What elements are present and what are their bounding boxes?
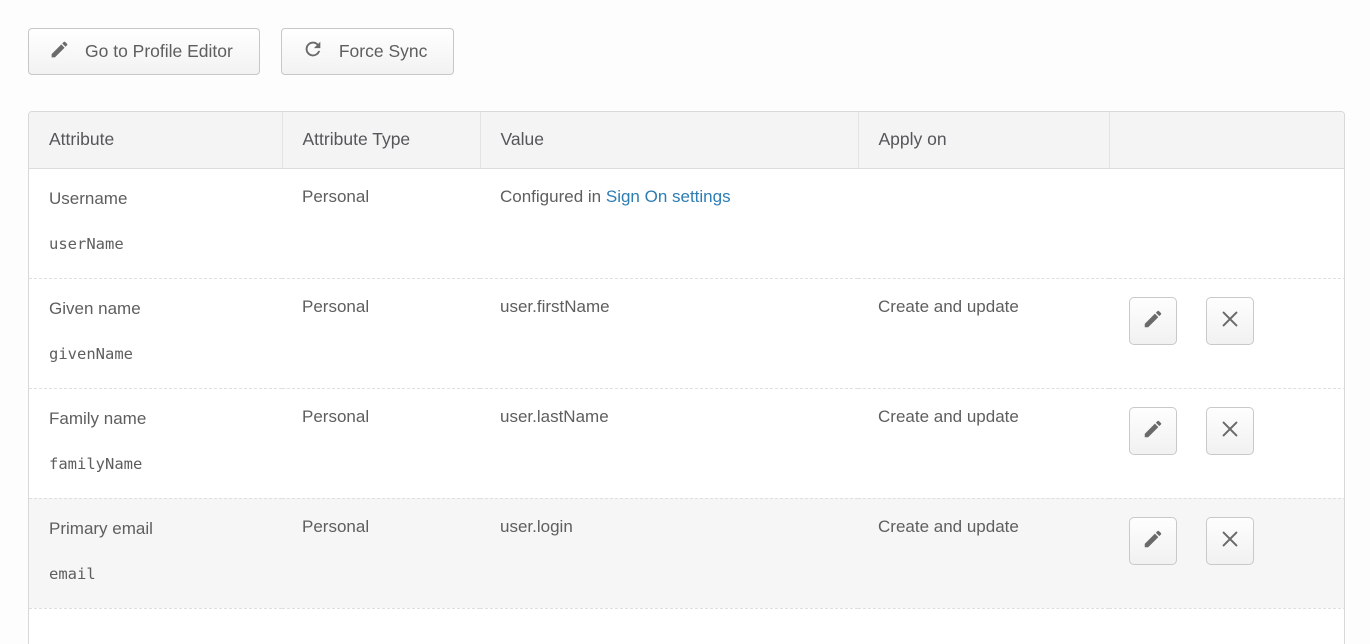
header-attribute: Attribute [29, 112, 282, 168]
header-apply-on: Apply on [858, 112, 1109, 168]
edit-attribute-button[interactable] [1129, 297, 1177, 345]
pencil-icon [1142, 418, 1164, 443]
delete-attribute-button[interactable] [1206, 407, 1254, 455]
close-icon [1219, 418, 1241, 443]
close-icon [1219, 308, 1241, 333]
attribute-name: userName [49, 234, 262, 254]
value-text: Configured in [500, 187, 601, 206]
apply-on-cell [858, 168, 1109, 278]
apply-on-cell: Create and update [858, 278, 1109, 388]
attribute-type-cell: Personal [282, 498, 480, 608]
actions-cell [1109, 168, 1345, 278]
attribute-name: givenName [49, 344, 262, 364]
attribute-cell: Given name givenName [29, 278, 282, 388]
value-cell: user.lastName [480, 388, 858, 498]
table-row: Given name givenName Personal user.first… [29, 278, 1345, 388]
table-header: Attribute Attribute Type Value Apply on [29, 112, 1345, 168]
table-row: Primary email email Personal user.login … [29, 498, 1345, 608]
actions-cell [1109, 278, 1345, 388]
header-actions [1109, 112, 1345, 168]
go-to-profile-editor-label: Go to Profile Editor [85, 41, 233, 62]
pencil-icon [49, 39, 70, 65]
edit-attribute-button[interactable] [1129, 517, 1177, 565]
delete-attribute-button[interactable] [1206, 517, 1254, 565]
pencil-icon [1142, 528, 1164, 553]
header-value: Value [480, 112, 858, 168]
go-to-profile-editor-button[interactable]: Go to Profile Editor [28, 28, 260, 75]
apply-on-cell: Create and update [858, 498, 1109, 608]
attribute-mapping-table: Attribute Attribute Type Value Apply on … [28, 111, 1345, 644]
attribute-label: Family name [49, 407, 262, 431]
attribute-cell: Primary email email [29, 498, 282, 608]
actions-cell [1109, 388, 1345, 498]
sign-on-settings-link[interactable]: Sign On settings [606, 187, 731, 206]
attribute-type-cell: Personal [282, 168, 480, 278]
close-icon [1219, 528, 1241, 553]
pencil-icon [1142, 308, 1164, 333]
edit-attribute-button[interactable] [1129, 407, 1177, 455]
attribute-cell: Family name familyName [29, 388, 282, 498]
value-cell: user.login [480, 498, 858, 608]
value-cell: user.firstName [480, 278, 858, 388]
header-attribute-type: Attribute Type [282, 112, 480, 168]
attribute-name: familyName [49, 454, 262, 474]
attribute-cell: Username userName [29, 168, 282, 278]
table-row: Family name familyName Personal user.las… [29, 388, 1345, 498]
value-cell: Configured in Sign On settings [480, 168, 858, 278]
table-row: Username userName Personal Configured in… [29, 168, 1345, 278]
force-sync-button[interactable]: Force Sync [281, 28, 455, 75]
apply-on-cell: Create and update [858, 388, 1109, 498]
attribute-label: Username [49, 187, 262, 211]
force-sync-label: Force Sync [339, 41, 428, 62]
attribute-label: Given name [49, 297, 262, 321]
attribute-type-cell: Personal [282, 278, 480, 388]
attribute-name: email [49, 564, 262, 584]
refresh-icon [302, 38, 324, 65]
attribute-label: Primary email [49, 517, 262, 541]
attribute-type-cell: Personal [282, 388, 480, 498]
actions-cell [1109, 498, 1345, 608]
delete-attribute-button[interactable] [1206, 297, 1254, 345]
table-row [29, 608, 1345, 644]
toolbar: Go to Profile Editor Force Sync [0, 0, 1370, 75]
